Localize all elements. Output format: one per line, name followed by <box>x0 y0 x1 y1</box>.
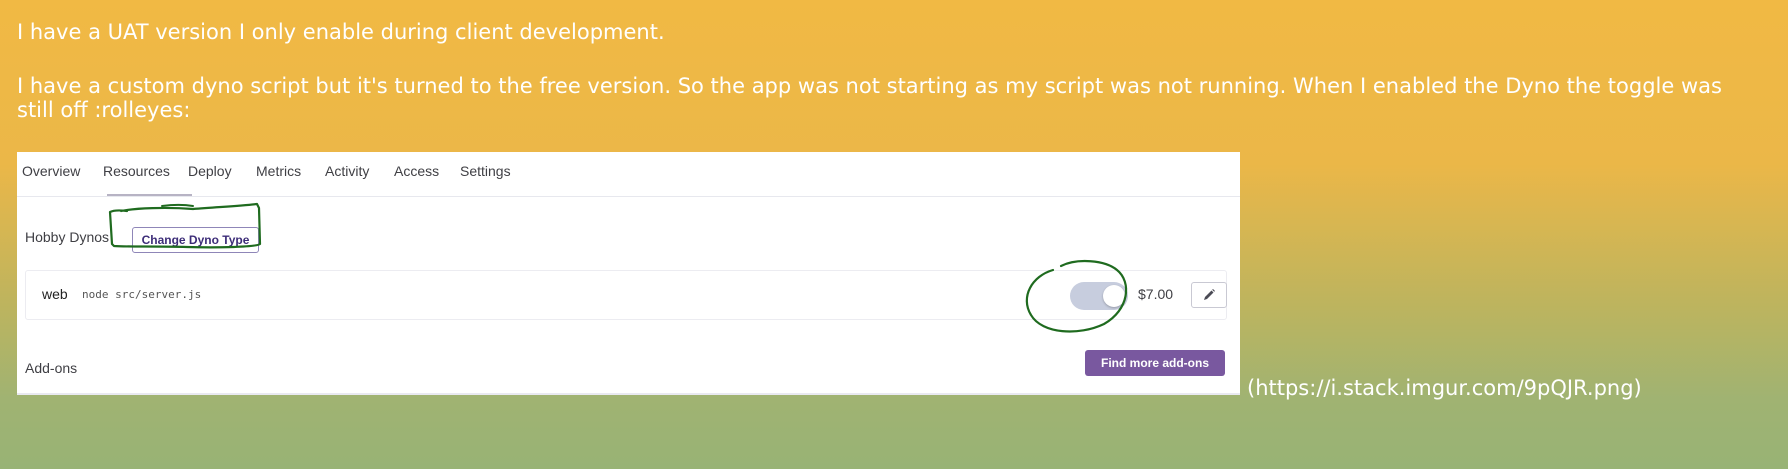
change-dyno-type-button[interactable]: Change Dyno Type <box>132 227 259 253</box>
tab-bar: Overview Resources Deploy Metrics Activi… <box>17 152 1240 197</box>
tab-activity[interactable]: Activity <box>325 163 369 179</box>
tab-metrics[interactable]: Metrics <box>256 163 301 179</box>
tab-resources[interactable]: Resources <box>103 163 170 179</box>
edit-dyno-button[interactable] <box>1191 282 1227 308</box>
dyno-toggle[interactable] <box>1070 282 1128 310</box>
post-paragraph-2: I have a custom dyno script but it's tur… <box>17 74 1722 122</box>
dyno-price: $7.00 <box>1138 286 1174 302</box>
tab-access[interactable]: Access <box>394 163 439 179</box>
pencil-icon <box>1204 289 1215 300</box>
find-more-addons-button[interactable]: Find more add-ons <box>1085 350 1225 376</box>
image-link[interactable]: (https://i.stack.imgur.com/9pQJR.png) <box>1247 376 1642 400</box>
embedded-screenshot: Overview Resources Deploy Metrics Activi… <box>17 152 1240 395</box>
tab-deploy[interactable]: Deploy <box>188 163 232 179</box>
hobby-dynos-label: Hobby Dynos <box>25 229 110 245</box>
tab-overview[interactable]: Overview <box>22 163 80 179</box>
dyno-type: web <box>42 286 68 302</box>
section-divider <box>17 393 1240 395</box>
toggle-knob <box>1103 285 1125 307</box>
post-paragraph-1: I have a UAT version I only enable durin… <box>17 20 665 44</box>
dyno-command: node src/server.js <box>82 288 202 301</box>
active-tab-indicator <box>107 194 192 196</box>
tab-settings[interactable]: Settings <box>460 163 511 179</box>
dyno-row: web node src/server.js $7.00 <box>25 270 1227 320</box>
addons-label: Add-ons <box>25 360 78 376</box>
annotation-stroke <box>161 203 194 207</box>
